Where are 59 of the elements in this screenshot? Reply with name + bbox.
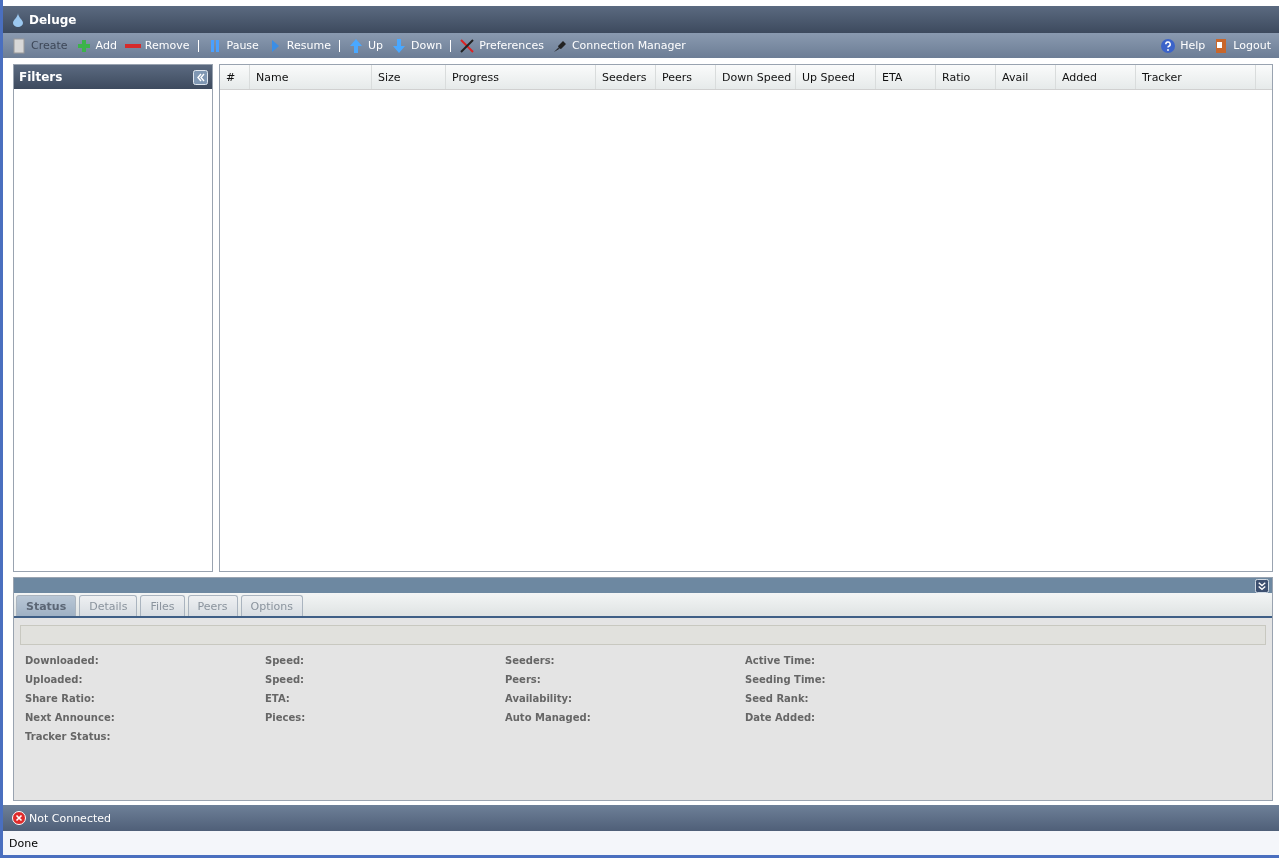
field-label: Share Ratio: xyxy=(25,692,96,705)
toolbar-button[interactable]: Connection Manager xyxy=(551,37,686,54)
column-header[interactable]: Size xyxy=(372,65,446,89)
tab[interactable]: Details xyxy=(79,595,138,616)
toolbar-button[interactable]: Logout xyxy=(1213,37,1271,54)
collapse-icon[interactable] xyxy=(193,69,208,85)
tab[interactable]: Status xyxy=(16,595,77,616)
toolbar-button[interactable]: Pause xyxy=(206,37,259,54)
drop-icon xyxy=(13,12,23,27)
toolbar-button[interactable]: Add xyxy=(75,37,117,54)
toolbar-button[interactable]: Help xyxy=(1160,37,1206,54)
up-arrow-icon xyxy=(347,37,364,54)
help-icon xyxy=(1160,37,1177,54)
column-header[interactable]: Peers xyxy=(656,65,716,89)
field-label: Auto Managed: xyxy=(505,711,592,724)
field-label: Downloaded: xyxy=(25,654,100,667)
field-label: Tracker Status: xyxy=(25,730,112,743)
document-icon xyxy=(11,37,27,54)
column-header[interactable]: Added xyxy=(1056,65,1136,89)
column-header[interactable]: # xyxy=(220,65,250,89)
field-label: Pieces: xyxy=(265,711,307,724)
column-header[interactable]: Seeders xyxy=(596,65,656,89)
error-icon xyxy=(12,811,26,825)
status-text: Done xyxy=(9,836,38,850)
column-header[interactable]: Tracker xyxy=(1136,65,1256,89)
field-label: Active Time: xyxy=(745,654,817,667)
toolbar-button[interactable]: Resume xyxy=(266,37,331,54)
field-label: Peers: xyxy=(505,673,542,686)
down-arrow-icon xyxy=(391,37,407,54)
toolbar-button[interactable]: Up xyxy=(347,37,383,54)
field-label: Speed: xyxy=(265,654,306,667)
column-header[interactable]: Name xyxy=(250,65,372,89)
plus-icon xyxy=(75,37,92,54)
field-label: Seeding Time: xyxy=(745,673,827,686)
field-label: Availability: xyxy=(505,692,573,705)
tab[interactable]: Peers xyxy=(187,595,238,616)
column-header[interactable]: Avail xyxy=(996,65,1056,89)
field-label: Seed Rank: xyxy=(745,692,810,705)
collapse-icon[interactable] xyxy=(1255,578,1269,593)
tab[interactable]: Files xyxy=(140,595,185,616)
toolbar-button[interactable]: Preferences xyxy=(459,37,544,54)
column-header[interactable]: Down Speed xyxy=(716,65,796,89)
toolbar-button[interactable]: Down xyxy=(391,37,443,54)
minus-icon xyxy=(124,43,141,48)
field-label: Seeders: xyxy=(505,654,556,667)
window-title: Deluge xyxy=(29,12,77,27)
column-header[interactable]: ETA xyxy=(876,65,936,89)
toolbar-button[interactable]: Remove xyxy=(124,39,190,52)
connection-status: Not Connected xyxy=(29,811,111,825)
field-label: Date Added: xyxy=(745,711,817,724)
column-header[interactable]: Ratio xyxy=(936,65,996,89)
field-label: ETA: xyxy=(265,692,291,705)
field-label: Uploaded: xyxy=(25,673,84,686)
column-header[interactable]: Progress xyxy=(446,65,596,89)
field-label: Next Announce: xyxy=(25,711,116,724)
panel-title: Filters xyxy=(19,70,63,84)
field-label: Speed: xyxy=(265,673,306,686)
tab[interactable]: Options xyxy=(240,595,303,616)
column-header[interactable]: Up Speed xyxy=(796,65,876,89)
